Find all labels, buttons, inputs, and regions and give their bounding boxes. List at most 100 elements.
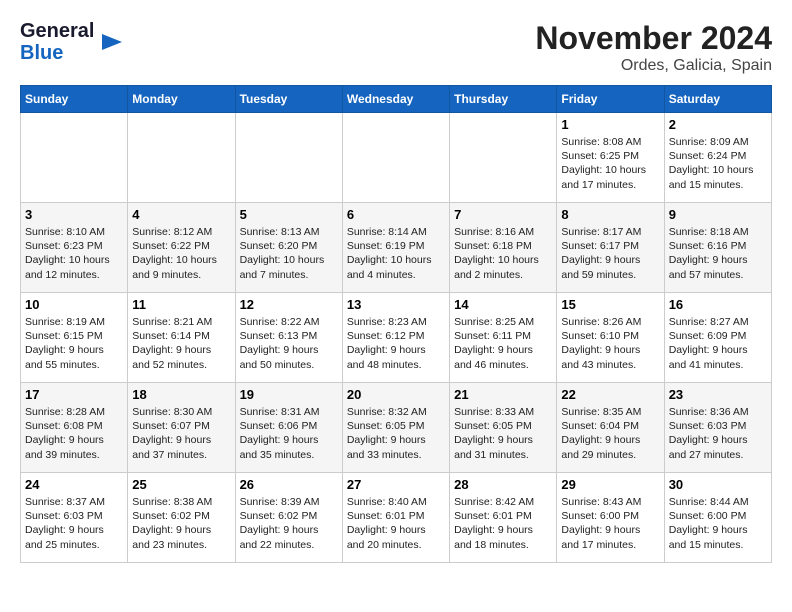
table-row: 24 Sunrise: 8:37 AM Sunset: 6:03 PM Dayli…	[21, 473, 128, 563]
table-row: 8Sunrise: 8:17 AM Sunset: 6:17 PM Daylig…	[557, 203, 664, 293]
table-row: 23Sunrise: 8:36 AM Sunset: 6:03 PM Dayli…	[664, 383, 771, 473]
table-row: 6 Sunrise: 8:14 AM Sunset: 6:19 PM Daylig…	[342, 203, 449, 293]
logo: General Blue	[20, 20, 126, 64]
table-row: 11 Sunrise: 8:21 AM Sunset: 6:14 PM Dayli…	[128, 293, 235, 383]
col-sunday: Sunday	[21, 86, 128, 113]
day-info: Sunrise: 8:43 AM Sunset: 6:00 PM Dayligh…	[561, 495, 659, 552]
table-row: 12 Sunrise: 8:22 AM Sunset: 6:13 PM Dayli…	[235, 293, 342, 383]
day-number: 8	[561, 207, 659, 222]
day-number: 17	[25, 387, 123, 402]
col-monday: Monday	[128, 86, 235, 113]
table-row: 22 Sunrise: 8:35 AM Sunset: 6:04 PM Dayli…	[557, 383, 664, 473]
table-row: 20 Sunrise: 8:32 AM Sunset: 6:05 PM Dayli…	[342, 383, 449, 473]
table-row: 7 Sunrise: 8:16 AM Sunset: 6:18 PM Daylig…	[450, 203, 557, 293]
day-number: 28	[454, 477, 552, 492]
table-row: 27 Sunrise: 8:40 AM Sunset: 6:01 PM Dayli…	[342, 473, 449, 563]
logo-blue: Blue	[20, 42, 94, 64]
day-info: Sunrise: 8:16 AM Sunset: 6:18 PM Dayligh…	[454, 225, 552, 282]
day-number: 5	[240, 207, 338, 222]
table-row: 28 Sunrise: 8:42 AM Sunset: 6:01 PM Dayli…	[450, 473, 557, 563]
table-row: 9Sunrise: 8:18 AM Sunset: 6:16 PM Daylig…	[664, 203, 771, 293]
day-info: Sunrise: 8:36 AM Sunset: 6:03 PM Dayligh…	[669, 405, 767, 462]
day-number: 12	[240, 297, 338, 312]
table-row	[128, 113, 235, 203]
day-info: Sunrise: 8:35 AM Sunset: 6:04 PM Dayligh…	[561, 405, 659, 462]
day-info: Sunrise: 8:09 AM Sunset: 6:24 PM Dayligh…	[669, 135, 767, 192]
table-row: 17 Sunrise: 8:28 AM Sunset: 6:08 PM Dayli…	[21, 383, 128, 473]
day-number: 1	[561, 117, 659, 132]
page-header: General Blue November 2024 Ordes, Galici…	[20, 20, 772, 75]
day-number: 7	[454, 207, 552, 222]
calendar-header-row: Sunday Monday Tuesday Wednesday Thursday…	[21, 86, 772, 113]
day-number: 3	[25, 207, 123, 222]
day-number: 22	[561, 387, 659, 402]
day-info: Sunrise: 8:40 AM Sunset: 6:01 PM Dayligh…	[347, 495, 445, 552]
day-number: 15	[561, 297, 659, 312]
day-info: Sunrise: 8:27 AM Sunset: 6:09 PM Dayligh…	[669, 315, 767, 372]
table-row: 4Sunrise: 8:12 AM Sunset: 6:22 PM Daylig…	[128, 203, 235, 293]
table-row: 30 Sunrise: 8:44 AM Sunset: 6:00 PM Dayli…	[664, 473, 771, 563]
table-row	[450, 113, 557, 203]
table-row: 19Sunrise: 8:31 AM Sunset: 6:06 PM Dayli…	[235, 383, 342, 473]
table-row: 3 Sunrise: 8:10 AM Sunset: 6:23 PM Daylig…	[21, 203, 128, 293]
day-info: Sunrise: 8:19 AM Sunset: 6:15 PM Dayligh…	[25, 315, 123, 372]
day-info: Sunrise: 8:37 AM Sunset: 6:03 PM Dayligh…	[25, 495, 123, 552]
calendar-week-row: 3 Sunrise: 8:10 AM Sunset: 6:23 PM Daylig…	[21, 203, 772, 293]
day-info: Sunrise: 8:30 AM Sunset: 6:07 PM Dayligh…	[132, 405, 230, 462]
day-info: Sunrise: 8:33 AM Sunset: 6:05 PM Dayligh…	[454, 405, 552, 462]
day-info: Sunrise: 8:39 AM Sunset: 6:02 PM Dayligh…	[240, 495, 338, 552]
table-row: 15 Sunrise: 8:26 AM Sunset: 6:10 PM Dayli…	[557, 293, 664, 383]
logo-general: General	[20, 20, 94, 42]
col-tuesday: Tuesday	[235, 86, 342, 113]
month-title: November 2024	[535, 20, 772, 57]
day-info: Sunrise: 8:28 AM Sunset: 6:08 PM Dayligh…	[25, 405, 123, 462]
table-row: 13Sunrise: 8:23 AM Sunset: 6:12 PM Dayli…	[342, 293, 449, 383]
table-row: 18 Sunrise: 8:30 AM Sunset: 6:07 PM Dayli…	[128, 383, 235, 473]
table-row: 1 Sunrise: 8:08 AM Sunset: 6:25 PM Daylig…	[557, 113, 664, 203]
day-info: Sunrise: 8:13 AM Sunset: 6:20 PM Dayligh…	[240, 225, 338, 282]
calendar-week-row: 17 Sunrise: 8:28 AM Sunset: 6:08 PM Dayli…	[21, 383, 772, 473]
day-number: 29	[561, 477, 659, 492]
day-number: 14	[454, 297, 552, 312]
day-info: Sunrise: 8:44 AM Sunset: 6:00 PM Dayligh…	[669, 495, 767, 552]
calendar-week-row: 10 Sunrise: 8:19 AM Sunset: 6:15 PM Dayli…	[21, 293, 772, 383]
location: Ordes, Galicia, Spain	[535, 57, 772, 75]
day-info: Sunrise: 8:10 AM Sunset: 6:23 PM Dayligh…	[25, 225, 123, 282]
day-number: 19	[240, 387, 338, 402]
day-number: 9	[669, 207, 767, 222]
day-number: 10	[25, 297, 123, 312]
day-number: 24	[25, 477, 123, 492]
logo-arrow-icon	[98, 28, 126, 56]
table-row: 21Sunrise: 8:33 AM Sunset: 6:05 PM Dayli…	[450, 383, 557, 473]
day-info: Sunrise: 8:12 AM Sunset: 6:22 PM Dayligh…	[132, 225, 230, 282]
table-row: 16Sunrise: 8:27 AM Sunset: 6:09 PM Dayli…	[664, 293, 771, 383]
day-info: Sunrise: 8:08 AM Sunset: 6:25 PM Dayligh…	[561, 135, 659, 192]
day-info: Sunrise: 8:42 AM Sunset: 6:01 PM Dayligh…	[454, 495, 552, 552]
day-info: Sunrise: 8:22 AM Sunset: 6:13 PM Dayligh…	[240, 315, 338, 372]
day-number: 30	[669, 477, 767, 492]
day-number: 11	[132, 297, 230, 312]
day-number: 20	[347, 387, 445, 402]
table-row: 26 Sunrise: 8:39 AM Sunset: 6:02 PM Dayli…	[235, 473, 342, 563]
day-number: 25	[132, 477, 230, 492]
table-row: 2Sunrise: 8:09 AM Sunset: 6:24 PM Daylig…	[664, 113, 771, 203]
day-number: 13	[347, 297, 445, 312]
day-info: Sunrise: 8:14 AM Sunset: 6:19 PM Dayligh…	[347, 225, 445, 282]
day-info: Sunrise: 8:38 AM Sunset: 6:02 PM Dayligh…	[132, 495, 230, 552]
col-wednesday: Wednesday	[342, 86, 449, 113]
day-number: 18	[132, 387, 230, 402]
table-row: 10 Sunrise: 8:19 AM Sunset: 6:15 PM Dayli…	[21, 293, 128, 383]
day-number: 6	[347, 207, 445, 222]
day-info: Sunrise: 8:26 AM Sunset: 6:10 PM Dayligh…	[561, 315, 659, 372]
day-info: Sunrise: 8:32 AM Sunset: 6:05 PM Dayligh…	[347, 405, 445, 462]
col-saturday: Saturday	[664, 86, 771, 113]
table-row: 5 Sunrise: 8:13 AM Sunset: 6:20 PM Daylig…	[235, 203, 342, 293]
day-number: 26	[240, 477, 338, 492]
col-thursday: Thursday	[450, 86, 557, 113]
table-row	[342, 113, 449, 203]
table-row: 29 Sunrise: 8:43 AM Sunset: 6:00 PM Dayli…	[557, 473, 664, 563]
table-row	[235, 113, 342, 203]
day-number: 27	[347, 477, 445, 492]
table-row: 25 Sunrise: 8:38 AM Sunset: 6:02 PM Dayli…	[128, 473, 235, 563]
day-info: Sunrise: 8:21 AM Sunset: 6:14 PM Dayligh…	[132, 315, 230, 372]
